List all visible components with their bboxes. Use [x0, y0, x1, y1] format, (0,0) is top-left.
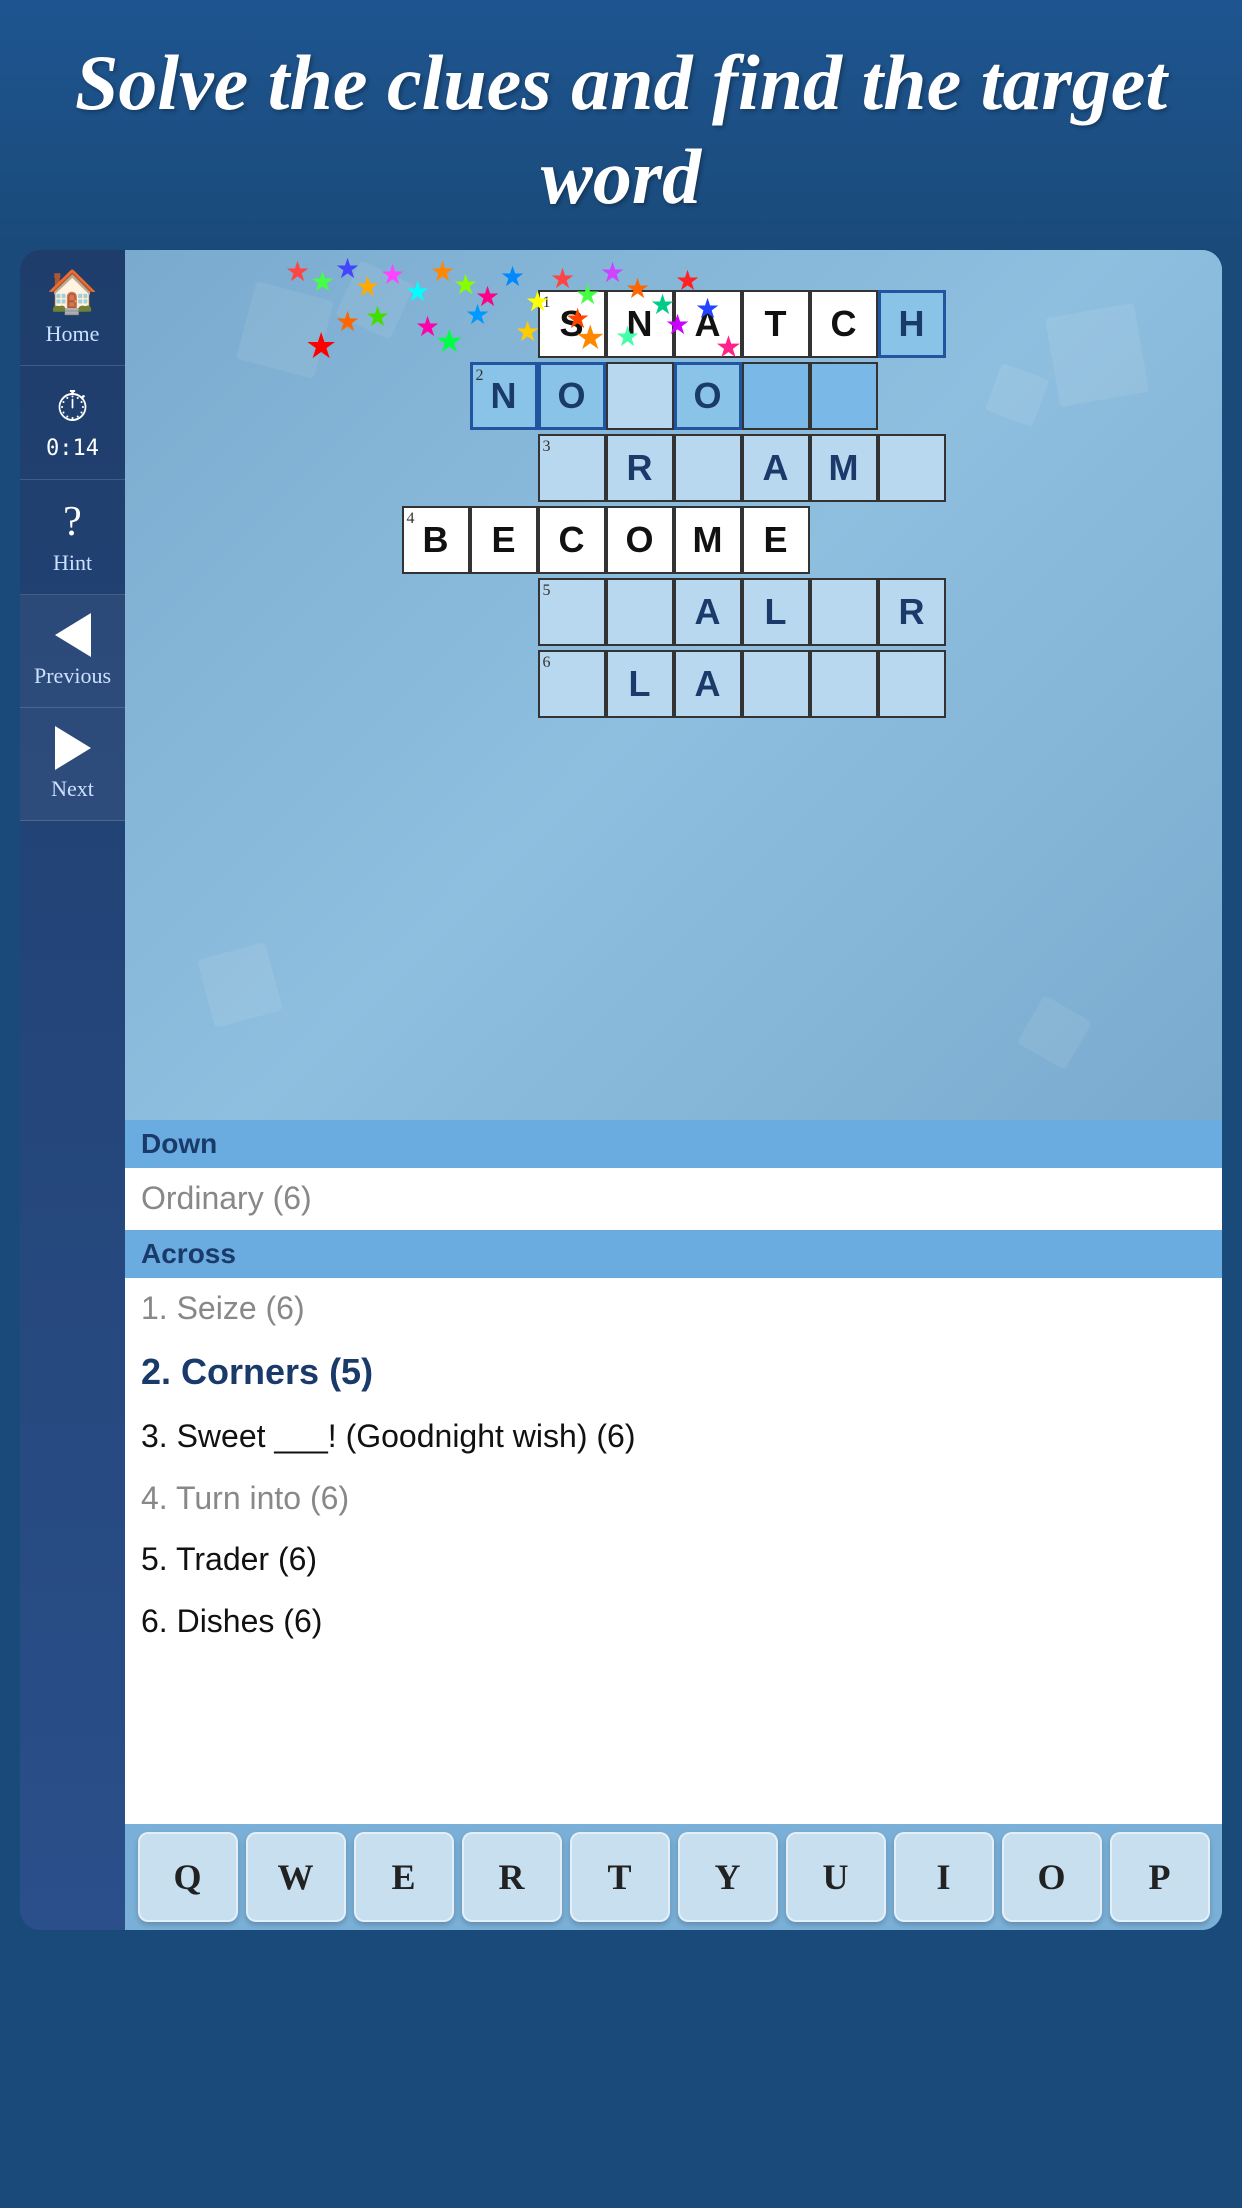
cell-6-6[interactable] [878, 650, 946, 718]
down-header: Down [125, 1120, 1222, 1168]
header-title: Solve the clues and find the target word [30, 36, 1212, 223]
cell-2-4[interactable]: O [674, 362, 742, 430]
confetti-stars: ★ ★ ★ ★ ★ ★ ★ ★ ★ ★ ★ ★ ★ ★ ★ ★ ★ ★ ★ ★ [275, 250, 875, 370]
cell-3-4[interactable]: A [742, 434, 810, 502]
home-label: Home [46, 321, 100, 347]
clues-section: Down Ordinary (6) Across 1. Seize (6) 2.… [125, 1120, 1222, 1824]
cell-5-3[interactable]: A [674, 578, 742, 646]
cell-3-2[interactable]: R [606, 434, 674, 502]
timer-display: ⏱ 0:14 [20, 366, 125, 480]
key-o[interactable]: O [1002, 1832, 1102, 1922]
previous-label: Previous [34, 663, 111, 689]
cell-5-5[interactable] [810, 578, 878, 646]
next-label: Next [51, 776, 94, 802]
cell-6-5[interactable] [810, 650, 878, 718]
key-i[interactable]: I [894, 1832, 994, 1922]
grid-row-6: 6 L A [538, 650, 946, 718]
across-clue-4[interactable]: 4. Turn into (6) [125, 1468, 1222, 1530]
cell-6-1[interactable]: 6 [538, 650, 606, 718]
cell-4-2[interactable]: E [470, 506, 538, 574]
main-panel: ★ ★ ★ ★ ★ ★ ★ ★ ★ ★ ★ ★ ★ ★ ★ ★ ★ ★ ★ ★ [125, 250, 1222, 1930]
cell-5-1[interactable]: 5 [538, 578, 606, 646]
crossword-area: ★ ★ ★ ★ ★ ★ ★ ★ ★ ★ ★ ★ ★ ★ ★ ★ ★ ★ ★ ★ [125, 250, 1222, 1120]
previous-button[interactable]: Previous [20, 595, 125, 708]
across-header: Across [125, 1230, 1222, 1278]
across-clue-2[interactable]: 2. Corners (5) [125, 1339, 1222, 1406]
key-t[interactable]: T [570, 1832, 670, 1922]
key-y[interactable]: Y [678, 1832, 778, 1922]
cell-6-4[interactable] [742, 650, 810, 718]
next-button[interactable]: Next [20, 708, 125, 821]
timer-icon: ⏱ [56, 384, 89, 432]
timer-value: 0:14 [46, 436, 99, 461]
cell-6-2[interactable]: L [606, 650, 674, 718]
home-button[interactable]: 🏠 Home [20, 250, 125, 366]
key-e[interactable]: E [354, 1832, 454, 1922]
across-clue-3[interactable]: 3. Sweet ___! (Goodnight wish) (6) [125, 1406, 1222, 1468]
cell-2-3[interactable] [606, 362, 674, 430]
key-r[interactable]: R [462, 1832, 562, 1922]
cell-5-2[interactable] [606, 578, 674, 646]
cell-3-3[interactable] [674, 434, 742, 502]
cell-6-3[interactable]: A [674, 650, 742, 718]
key-w[interactable]: W [246, 1832, 346, 1922]
cell-2-6[interactable] [810, 362, 878, 430]
across-clue-6[interactable]: 6. Dishes (6) [125, 1591, 1222, 1653]
grid-row-3: 3 R A M [538, 434, 946, 502]
key-u[interactable]: U [786, 1832, 886, 1922]
hint-icon: ? [63, 498, 82, 546]
across-clue-1[interactable]: 1. Seize (6) [125, 1278, 1222, 1340]
header: Solve the clues and find the target word [0, 0, 1242, 250]
home-icon: 🏠 [46, 268, 98, 317]
grid-row-4: 4B E C O M E [402, 506, 810, 574]
cell-2-5[interactable] [742, 362, 810, 430]
hint-button[interactable]: ? Hint [20, 480, 125, 595]
cell-4-1[interactable]: 4B [402, 506, 470, 574]
cell-3-1[interactable]: 3 [538, 434, 606, 502]
cell-1-6[interactable]: H [878, 290, 946, 358]
cell-3-5[interactable]: M [810, 434, 878, 502]
across-clue-5[interactable]: 5. Trader (6) [125, 1529, 1222, 1591]
sidebar: 🏠 Home ⏱ 0:14 ? Hint Previous Next [20, 250, 125, 1930]
cell-5-6[interactable]: R [878, 578, 946, 646]
game-container: 🏠 Home ⏱ 0:14 ? Hint Previous Next [20, 250, 1222, 1930]
cell-2-2[interactable]: O [538, 362, 606, 430]
cell-2-1[interactable]: 2N [470, 362, 538, 430]
grid-container: 1S N A T C H 2N O O 3 [334, 290, 1014, 1110]
key-q[interactable]: Q [138, 1832, 238, 1922]
key-p[interactable]: P [1110, 1832, 1210, 1922]
cell-4-6[interactable]: E [742, 506, 810, 574]
cell-3-6[interactable] [878, 434, 946, 502]
cell-5-4[interactable]: L [742, 578, 810, 646]
cell-4-4[interactable]: O [606, 506, 674, 574]
down-clue-1[interactable]: Ordinary (6) [125, 1168, 1222, 1230]
previous-icon [55, 613, 91, 657]
next-icon [55, 726, 91, 770]
cell-4-3[interactable]: C [538, 506, 606, 574]
grid-row-5: 5 A L R [538, 578, 946, 646]
cell-4-5[interactable]: M [674, 506, 742, 574]
hint-label: Hint [53, 550, 92, 576]
keyboard-row: Q W E R T Y U I O P [125, 1824, 1222, 1930]
grid-row-2: 2N O O [470, 362, 878, 430]
